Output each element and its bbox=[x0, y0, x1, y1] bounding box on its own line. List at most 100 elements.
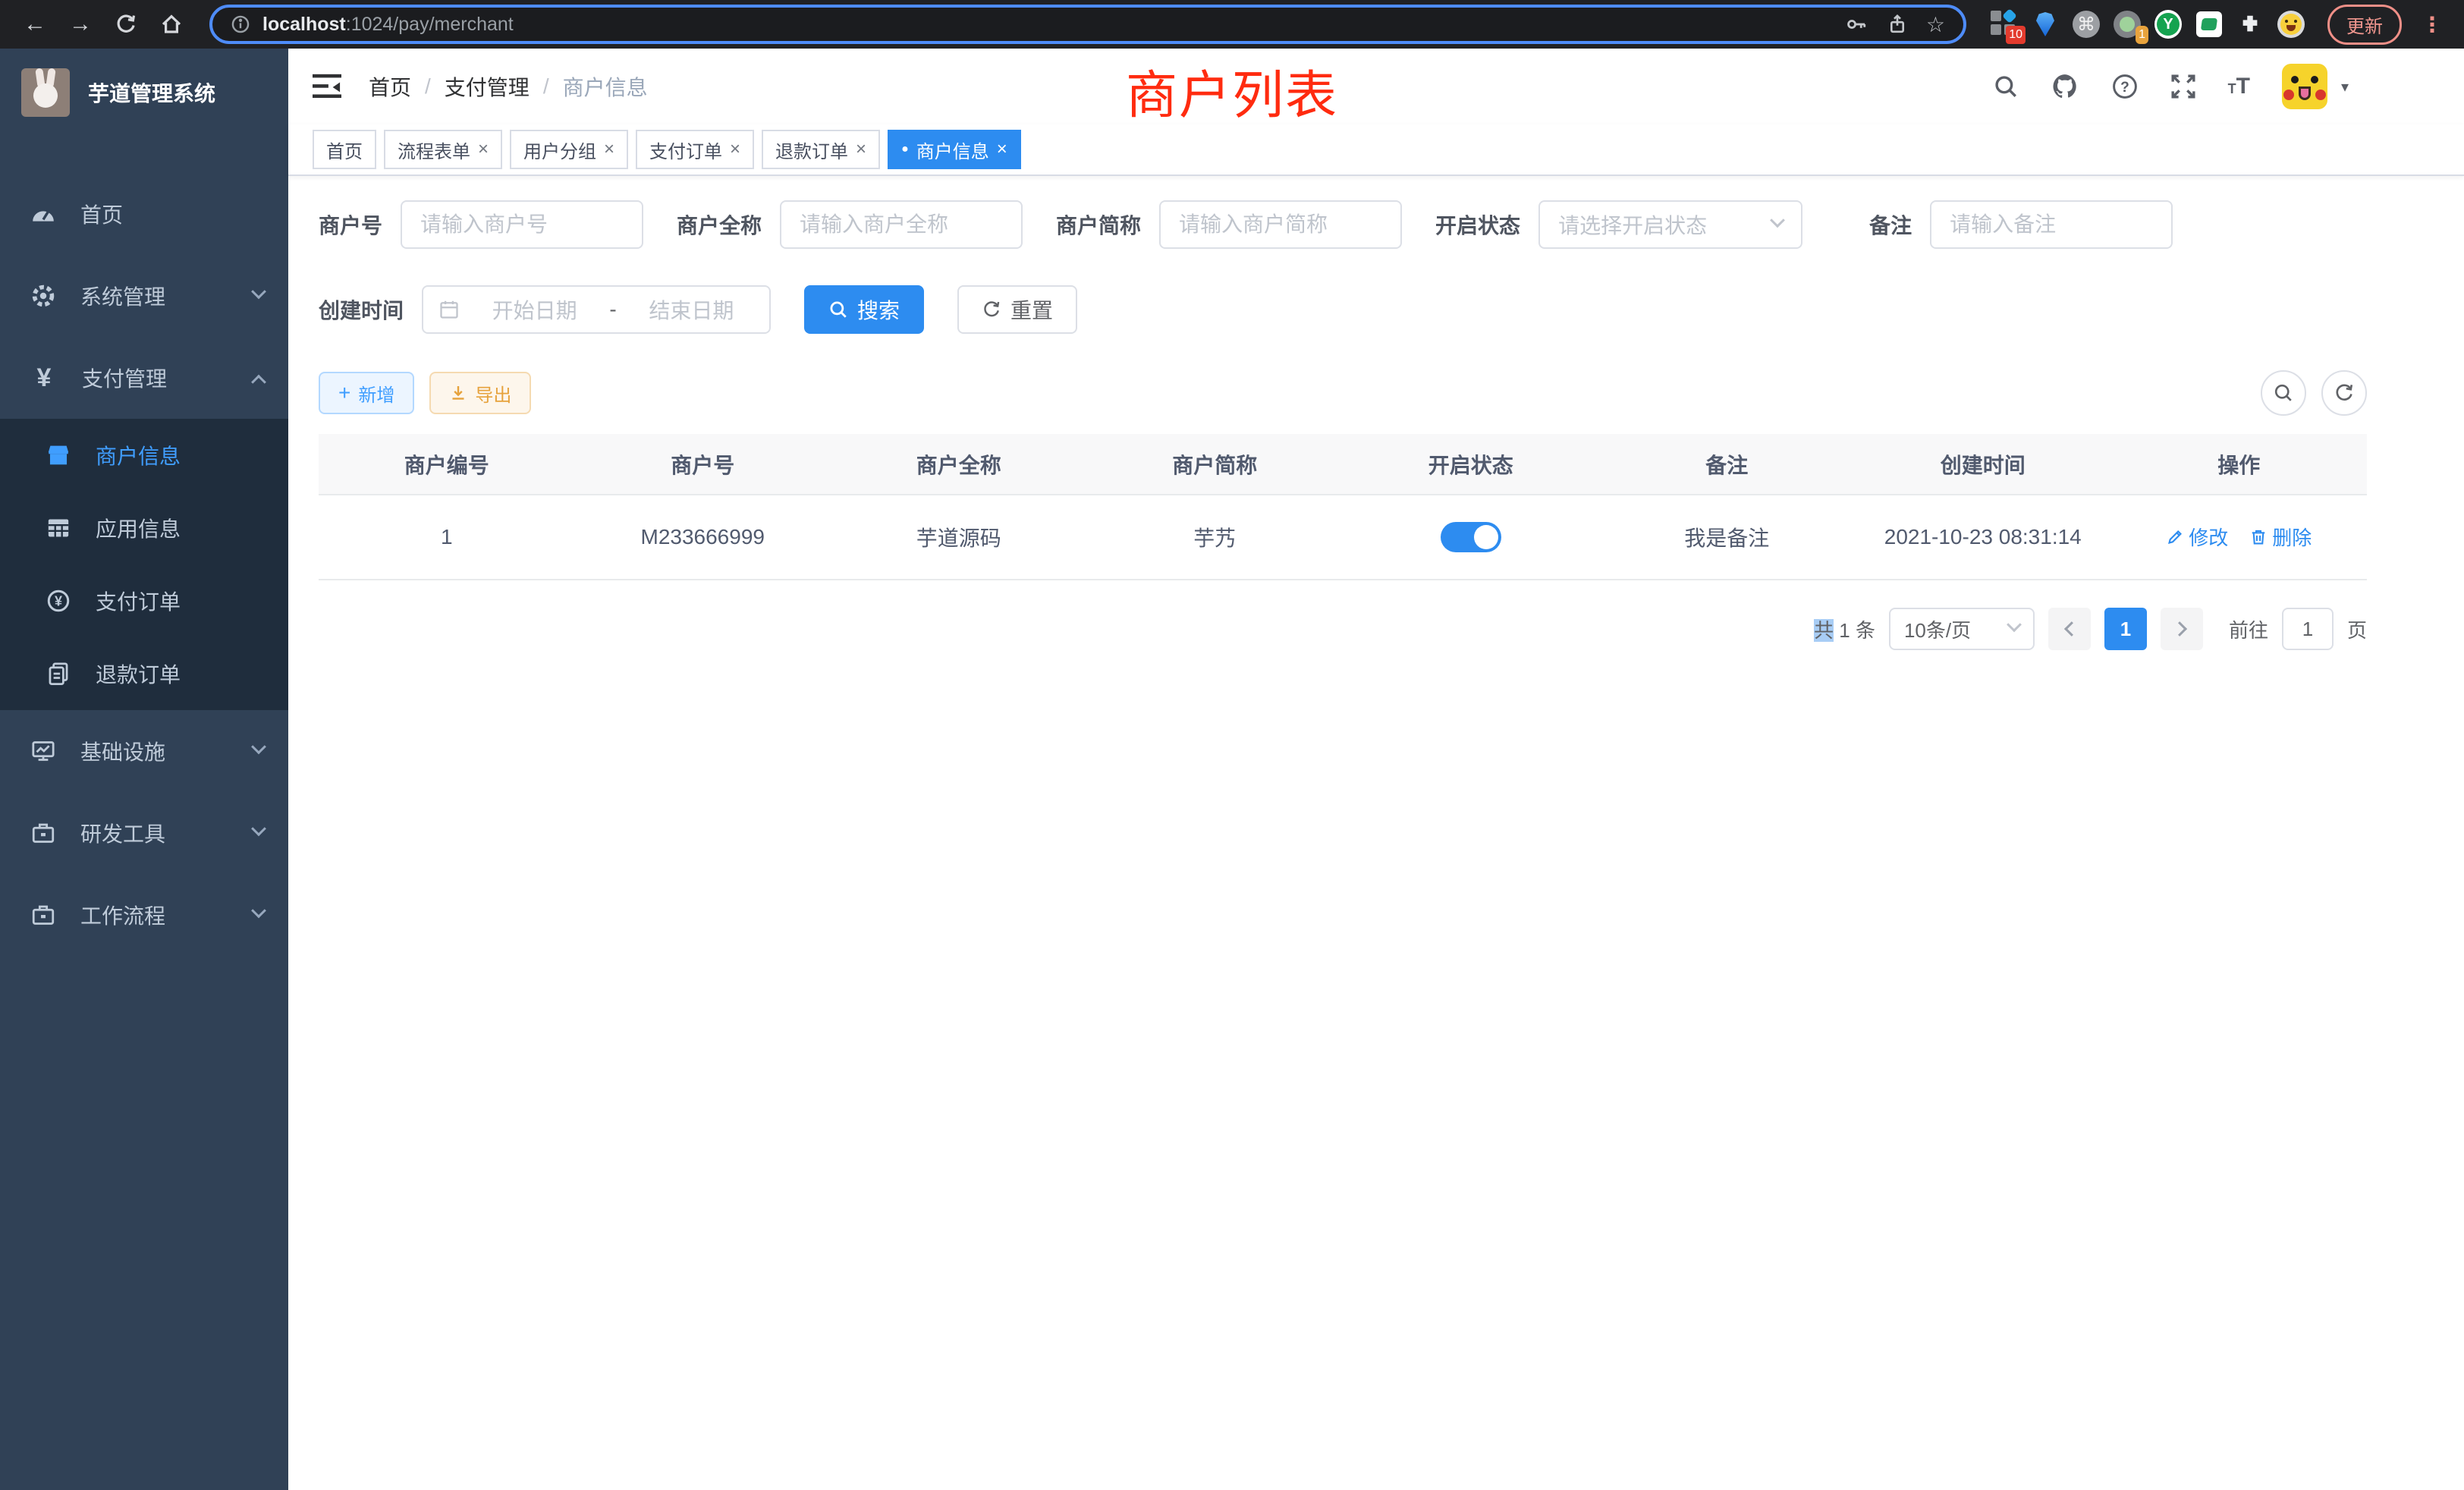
documents-icon bbox=[46, 661, 71, 687]
close-icon[interactable]: × bbox=[730, 140, 740, 159]
help-icon[interactable]: ? bbox=[2111, 73, 2139, 100]
sidebar-item-label: 支付订单 bbox=[96, 586, 181, 616]
fullscreen-icon[interactable] bbox=[2170, 74, 2196, 99]
sidebar-item-label: 支付管理 bbox=[82, 363, 167, 393]
reset-button[interactable]: 重置 bbox=[957, 285, 1077, 334]
full-name-input[interactable] bbox=[780, 200, 1023, 249]
cell-full-name: 芋道源码 bbox=[831, 495, 1087, 580]
sidebar-item-system[interactable]: 系统管理 bbox=[0, 255, 288, 337]
command-extension-icon[interactable]: ⌘ bbox=[2073, 11, 2100, 38]
user-avatar[interactable] bbox=[2282, 64, 2327, 109]
short-name-input[interactable] bbox=[1159, 200, 1402, 249]
sidebar-item-label: 研发工具 bbox=[80, 818, 165, 848]
goto-page-input[interactable] bbox=[2282, 608, 2334, 650]
refresh-table-button[interactable] bbox=[2321, 370, 2367, 416]
calendar-icon bbox=[438, 299, 460, 320]
chevron-down-icon bbox=[2007, 617, 2022, 632]
gear-icon bbox=[30, 283, 56, 309]
url-bar[interactable]: localhost:1024/pay/merchant ☆ bbox=[209, 5, 1966, 44]
green-extension-icon[interactable]: Y bbox=[2154, 11, 2182, 38]
avatar-caret-icon[interactable]: ▾ bbox=[2341, 77, 2349, 96]
sidebar-item-refund-order[interactable]: 退款订单 bbox=[0, 637, 288, 710]
bookmark-star-icon[interactable]: ☆ bbox=[1926, 12, 1945, 37]
trash-icon bbox=[2249, 528, 2268, 546]
tab-user-group[interactable]: 用户分组× bbox=[510, 130, 628, 169]
breadcrumb-current: 商户信息 bbox=[563, 71, 648, 102]
search-icon bbox=[2273, 382, 2294, 404]
status-select[interactable]: 请选择开启状态 bbox=[1538, 200, 1802, 249]
tab-refund-order[interactable]: 退款订单× bbox=[762, 130, 880, 169]
short-name-label: 商户简称 bbox=[1056, 209, 1141, 240]
browser-home-button[interactable] bbox=[152, 5, 191, 44]
tab-home[interactable]: 首页 bbox=[313, 130, 376, 169]
col-status: 开启状态 bbox=[1343, 434, 1599, 495]
tab-pay-order[interactable]: 支付订单× bbox=[636, 130, 754, 169]
sidebar-item-infra[interactable]: 基础设施 bbox=[0, 710, 288, 792]
close-icon[interactable]: × bbox=[997, 140, 1007, 159]
sidebar-item-merchant-info[interactable]: 商户信息 bbox=[0, 419, 288, 492]
breadcrumb-home[interactable]: 首页 bbox=[369, 71, 411, 102]
chevron-down-icon bbox=[251, 903, 266, 918]
close-icon[interactable]: × bbox=[478, 140, 489, 159]
font-size-icon[interactable]: TT bbox=[2228, 74, 2250, 99]
share-icon[interactable] bbox=[1887, 13, 1908, 36]
password-key-icon[interactable] bbox=[1846, 13, 1868, 36]
breadcrumb-pay[interactable]: 支付管理 bbox=[445, 71, 530, 102]
browser-reload-button[interactable] bbox=[106, 5, 146, 44]
sidebar-item-label: 退款订单 bbox=[96, 659, 181, 689]
reload-icon bbox=[115, 13, 137, 36]
svg-text:?: ? bbox=[2120, 80, 2129, 96]
sidebar-item-pay-order[interactable]: ¥ 支付订单 bbox=[0, 564, 288, 637]
extensions-area: 10 ⌘ 1 Y 更新 ⋮ bbox=[1985, 5, 2449, 45]
breadcrumb-separator: / bbox=[543, 74, 549, 99]
toolbox-icon bbox=[30, 820, 56, 846]
next-page-button[interactable] bbox=[2161, 608, 2203, 650]
add-button[interactable]: +新增 bbox=[319, 372, 414, 414]
sidebar-item-label: 基础设施 bbox=[80, 736, 165, 766]
tab-process-form[interactable]: 流程表单× bbox=[384, 130, 502, 169]
grid-extension-icon[interactable]: 10 bbox=[1991, 11, 2018, 38]
sidebar-item-pay[interactable]: ¥ 支付管理 bbox=[0, 337, 288, 419]
puzzle-extensions-icon[interactable] bbox=[2236, 11, 2264, 38]
browser-back-button[interactable]: ← bbox=[15, 5, 55, 44]
close-icon[interactable]: × bbox=[604, 140, 614, 159]
create-time-label: 创建时间 bbox=[319, 294, 404, 325]
top-navbar: 首页 / 支付管理 / 商户信息 ? TT ▾ bbox=[288, 49, 2464, 124]
show-search-toggle-button[interactable] bbox=[2261, 370, 2306, 416]
delete-link[interactable]: 删除 bbox=[2249, 523, 2312, 551]
remark-input[interactable] bbox=[1930, 200, 2173, 249]
sidebar-item-dev-tools[interactable]: 研发工具 bbox=[0, 792, 288, 874]
monitor-icon bbox=[30, 738, 56, 764]
page-suffix-label: 页 bbox=[2347, 615, 2367, 643]
sidebar-item-home[interactable]: 首页 bbox=[0, 173, 288, 255]
date-end-placeholder: 结束日期 bbox=[629, 294, 754, 325]
pin-extension-icon[interactable] bbox=[2032, 11, 2059, 38]
github-icon[interactable] bbox=[2051, 72, 2079, 101]
status-toggle[interactable] bbox=[1441, 522, 1501, 552]
edit-link[interactable]: 修改 bbox=[2166, 523, 2228, 551]
create-time-range-picker[interactable]: 开始日期 - 结束日期 bbox=[422, 285, 771, 334]
app-logo-row[interactable]: 芋道管理系统 bbox=[0, 49, 288, 137]
page-info-icon[interactable] bbox=[231, 14, 250, 34]
chevron-down-icon bbox=[251, 821, 266, 836]
profile-extension-icon[interactable]: 1 bbox=[2114, 11, 2141, 38]
browser-menu-icon[interactable]: ⋮ bbox=[2415, 12, 2449, 37]
chat-extension-icon[interactable] bbox=[2195, 11, 2223, 38]
yen-circle-icon: ¥ bbox=[46, 588, 71, 614]
browser-forward-button[interactable]: → bbox=[61, 5, 100, 44]
tab-merchant-info[interactable]: ●商户信息× bbox=[888, 130, 1021, 169]
sidebar-item-app-info[interactable]: 应用信息 bbox=[0, 492, 288, 564]
emoji-extension-icon[interactable] bbox=[2277, 11, 2305, 38]
sidebar-item-workflow[interactable]: 工作流程 bbox=[0, 874, 288, 956]
page-1-button[interactable]: 1 bbox=[2104, 608, 2147, 650]
browser-update-button[interactable]: 更新 bbox=[2327, 5, 2402, 45]
page-size-select[interactable]: 10条/页 bbox=[1889, 608, 2035, 650]
prev-page-button[interactable] bbox=[2048, 608, 2091, 650]
sidebar-collapse-icon[interactable] bbox=[313, 74, 341, 99]
merchant-no-input[interactable] bbox=[401, 200, 643, 249]
export-button[interactable]: 导出 bbox=[429, 372, 531, 414]
search-button[interactable]: 搜索 bbox=[804, 285, 924, 334]
close-icon[interactable]: × bbox=[856, 140, 866, 159]
search-icon[interactable] bbox=[1993, 74, 2019, 99]
col-merchant-no: 商户号 bbox=[575, 434, 831, 495]
